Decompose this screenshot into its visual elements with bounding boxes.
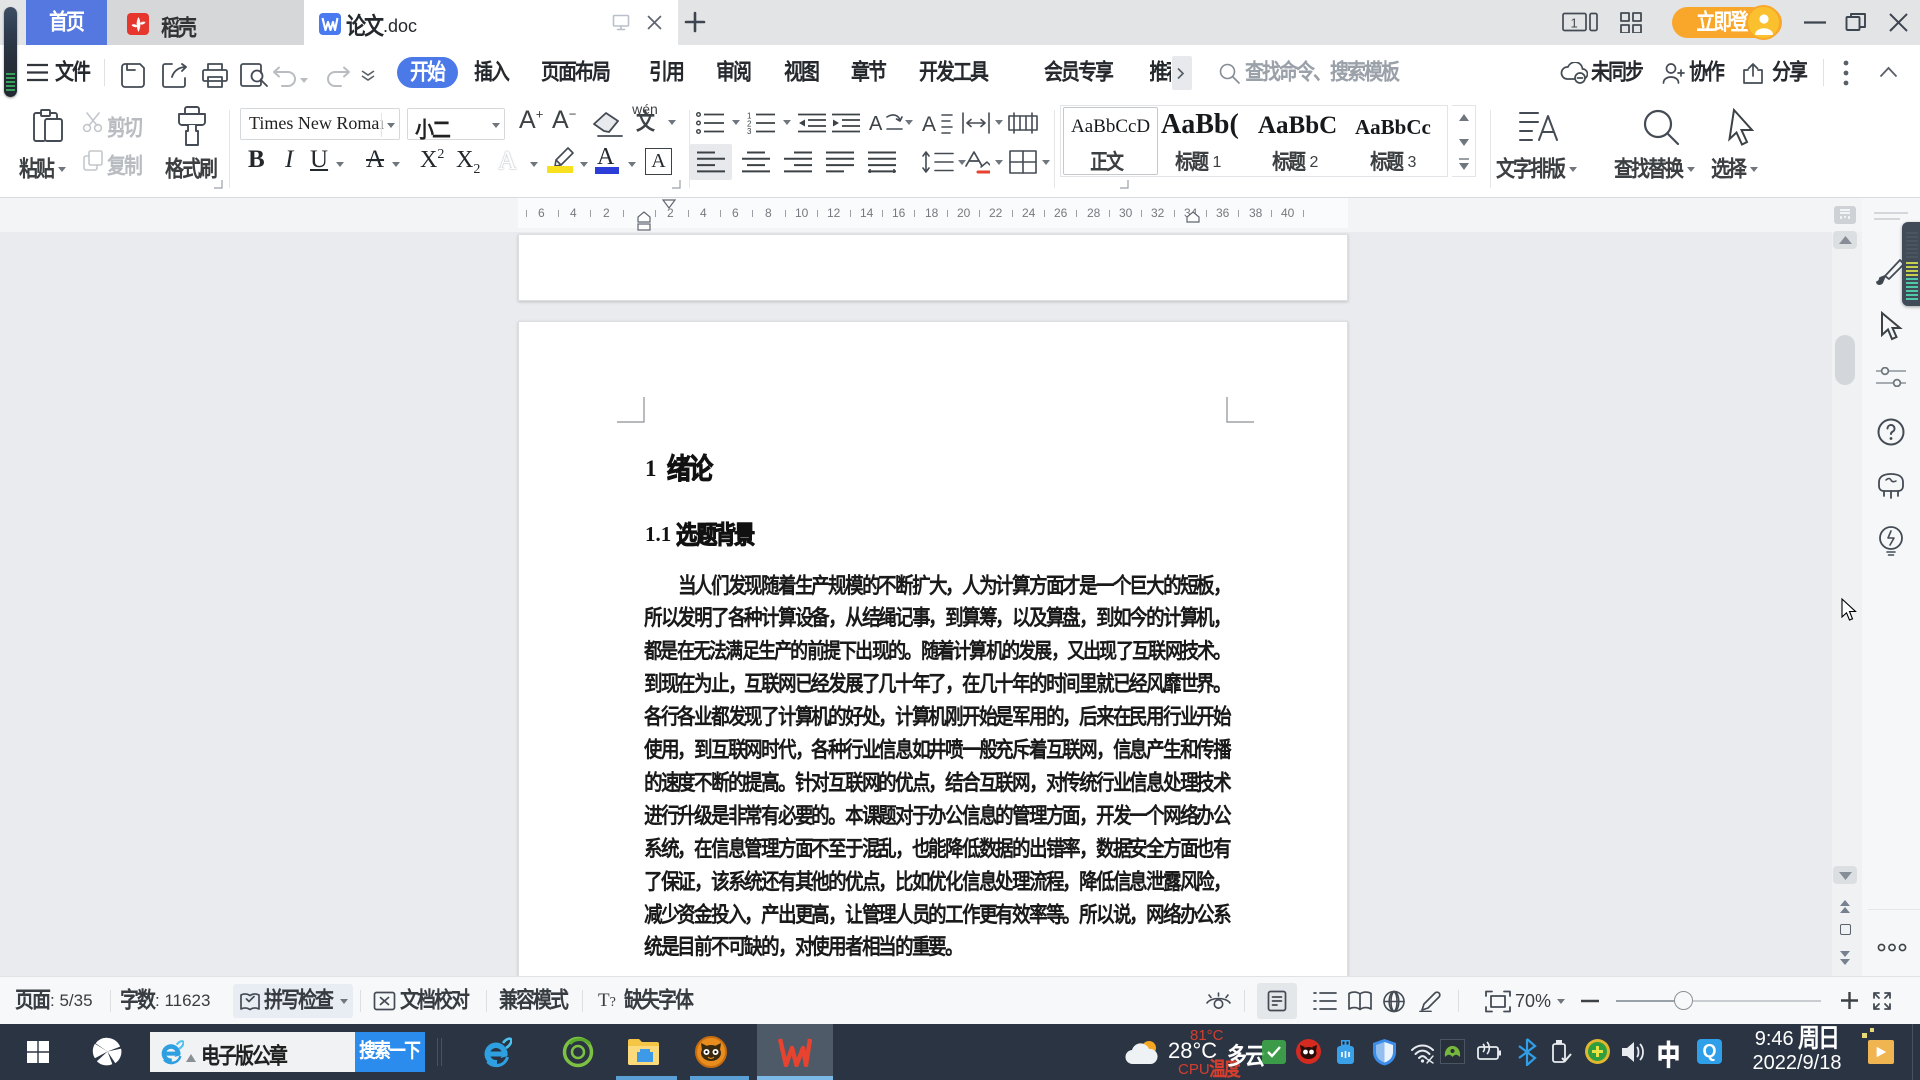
svg-text:3: 3 (747, 127, 752, 134)
svg-text:A: A (922, 113, 936, 135)
svg-text:A: A (869, 113, 883, 135)
svg-text:1: 1 (1571, 16, 1578, 31)
